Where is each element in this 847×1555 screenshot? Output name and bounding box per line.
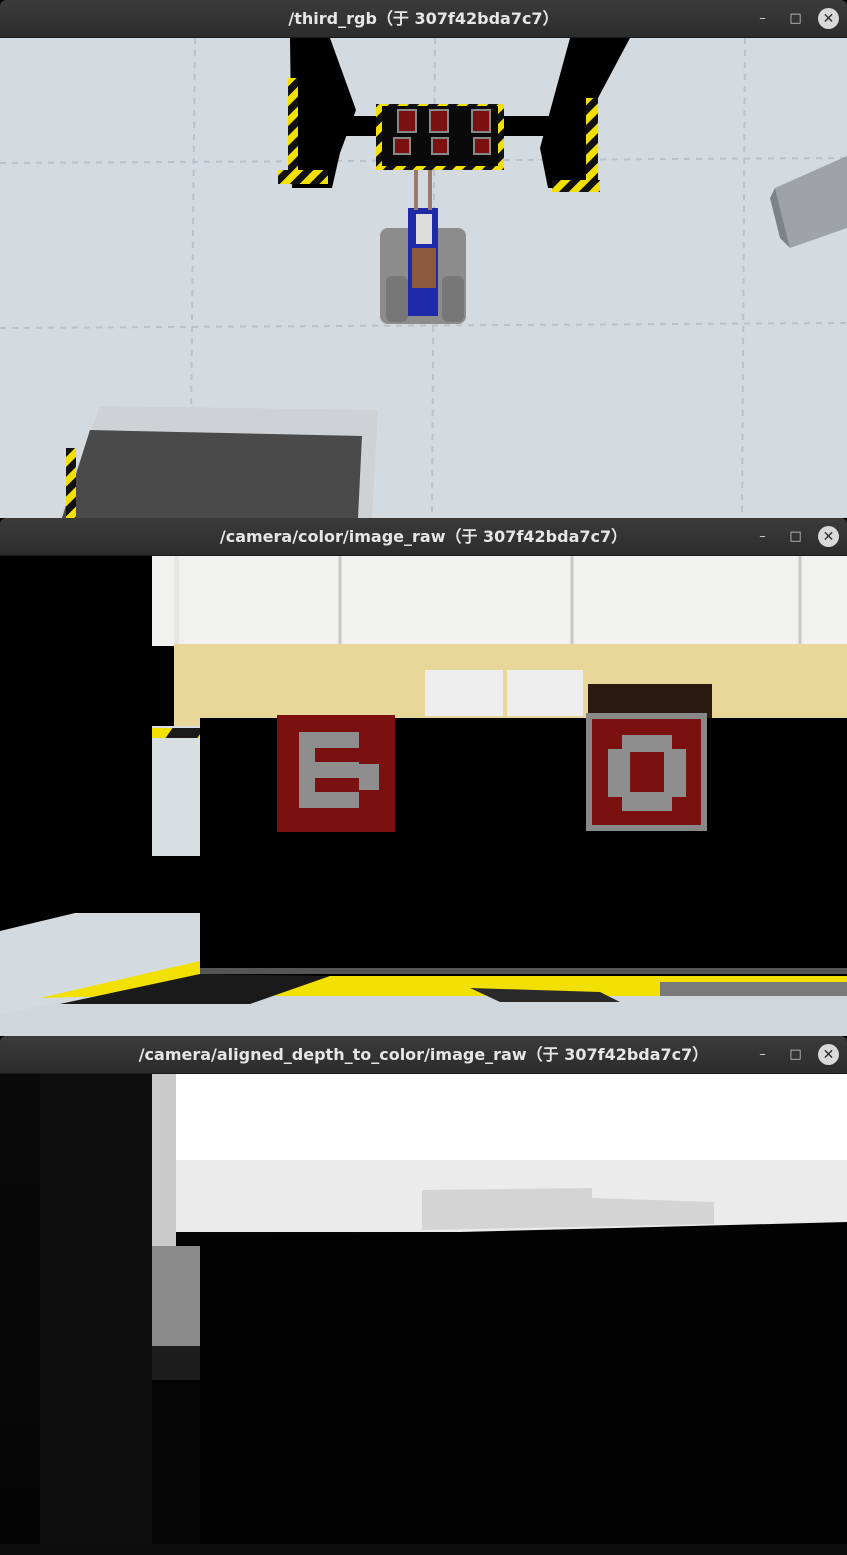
- depth-column: [152, 1074, 176, 1246]
- platform: [60, 406, 378, 518]
- close-button[interactable]: ✕: [818, 1044, 839, 1065]
- camera-color-image: [0, 556, 847, 1036]
- close-button[interactable]: ✕: [818, 526, 839, 547]
- camera-depth-window: /camera/aligned_depth_to_color/image_raw…: [0, 1036, 847, 1555]
- depth-wall: [176, 1074, 847, 1160]
- minimize-button[interactable]: –: [752, 526, 773, 547]
- camera-color-window: /camera/color/image_raw（于 307f42bda7c7） …: [0, 518, 847, 1036]
- title-bar[interactable]: /third_rgb（于 307f42bda7c7） – □ ✕: [0, 0, 847, 38]
- box-letter-b: [277, 715, 395, 832]
- close-button[interactable]: ✕: [818, 8, 839, 29]
- depth-occlusion: [200, 1222, 847, 1555]
- window-title: /camera/aligned_depth_to_color/image_raw…: [138, 1045, 709, 1064]
- minimize-button[interactable]: –: [752, 1044, 773, 1065]
- title-bar[interactable]: /camera/aligned_depth_to_color/image_raw…: [0, 1036, 847, 1074]
- maximize-button[interactable]: □: [785, 1044, 806, 1065]
- title-bar[interactable]: /camera/color/image_raw（于 307f42bda7c7） …: [0, 518, 847, 556]
- minimize-button[interactable]: –: [752, 8, 773, 29]
- third-rgb-window: /third_rgb（于 307f42bda7c7） – □ ✕: [0, 0, 847, 518]
- window-title: /camera/color/image_raw（于 307f42bda7c7）: [219, 527, 628, 546]
- maximize-button[interactable]: □: [785, 8, 806, 29]
- maximize-button[interactable]: □: [785, 526, 806, 547]
- window-title: /third_rgb（于 307f42bda7c7）: [288, 9, 559, 28]
- third-rgb-image: [0, 38, 847, 518]
- box-letter-o: [586, 713, 707, 831]
- back-wall: [152, 556, 847, 646]
- camera-depth-image: [0, 1074, 847, 1555]
